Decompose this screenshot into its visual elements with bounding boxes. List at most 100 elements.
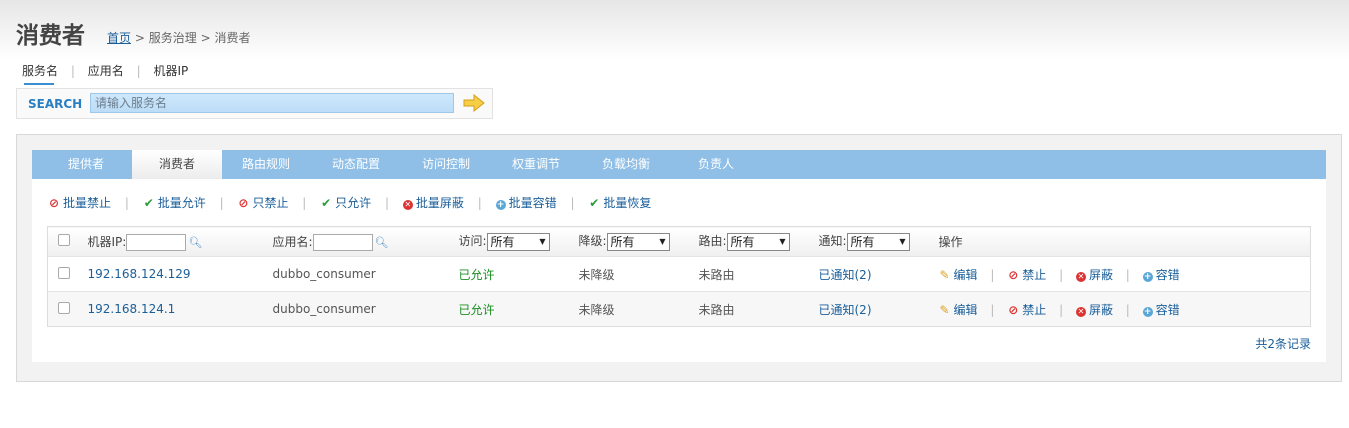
row-checkbox[interactable] — [58, 301, 70, 314]
degrade-filter-label: 降级: — [578, 234, 607, 249]
pencil-icon: ✎ — [939, 267, 950, 282]
table-header: 机器IP:🔍︎ 应用名:🔍︎ 访问:所有 降级:所有 路由:所有 通知:所有 操… — [47, 226, 1311, 257]
search-type-ip[interactable]: 机器IP — [153, 62, 188, 85]
tab-dynamic-config[interactable]: 动态配置 — [316, 150, 396, 179]
route-filter-select[interactable]: 所有 — [726, 232, 790, 251]
plus-circle-icon: + — [1142, 271, 1153, 282]
batch-forbid-label: 批量禁止 — [63, 196, 112, 210]
tolerate-button[interactable]: + 容错 — [1142, 302, 1180, 317]
only-forbid-button[interactable]: ⊘ 只禁止 — [237, 194, 288, 211]
tolerate-label: 容错 — [1155, 302, 1180, 317]
search-input[interactable] — [90, 93, 454, 113]
app-filter-input[interactable] — [312, 233, 373, 251]
edit-label: 编辑 — [953, 302, 978, 317]
forbid-icon: ⊘ — [238, 196, 249, 210]
record-count: 共2条记录 — [1255, 337, 1311, 351]
ip-filter-input[interactable] — [126, 233, 187, 251]
row-ip-link[interactable]: 192.168.124.1 — [88, 302, 176, 316]
batch-shield-label: 批量屏蔽 — [415, 196, 464, 210]
arrow-right-icon[interactable] — [463, 94, 485, 112]
forbid-icon: ⊘ — [48, 196, 60, 210]
breadcrumb-separator: > — [134, 31, 145, 45]
search-label: SEARCH — [28, 97, 83, 111]
row-app: dubbo_consumer — [272, 302, 376, 316]
edit-button[interactable]: ✎ 编辑 — [939, 267, 978, 282]
subnav-separator: | — [70, 64, 75, 78]
check-icon: ✔ — [143, 196, 154, 210]
ops-separator: | — [1125, 267, 1130, 282]
subnav-separator: | — [136, 64, 141, 78]
page-title: 消费者 — [16, 23, 85, 49]
check-icon: ✔ — [321, 196, 332, 210]
batch-tolerate-button[interactable]: + 批量容错 — [495, 194, 557, 211]
plus-circle-icon: + — [495, 200, 506, 210]
tab-routes[interactable]: 路由规则 — [226, 150, 306, 179]
forbid-button[interactable]: ⊘ 禁止 — [1007, 303, 1046, 317]
row-ops: ✎ 编辑 | ⊘ 禁止 | ✕ 屏蔽 | + 容错 — [938, 291, 1311, 327]
tab-weights[interactable]: 权重调节 — [496, 150, 576, 179]
batch-allow-button[interactable]: ✔ 批量允许 — [143, 194, 206, 211]
row-route-status: 未路由 — [698, 267, 735, 282]
tab-owners[interactable]: 负责人 — [676, 150, 756, 179]
forbid-label: 禁止 — [1022, 302, 1047, 317]
edit-button[interactable]: ✎ 编辑 — [939, 302, 978, 317]
ops-separator: | — [1059, 267, 1064, 282]
ops-separator: | — [990, 302, 995, 317]
breadcrumb-home-link[interactable]: 首页 — [107, 31, 131, 45]
shield-button[interactable]: ✕ 屏蔽 — [1075, 302, 1113, 317]
shield-label: 屏蔽 — [1088, 267, 1113, 282]
forbid-button[interactable]: ⊘ 禁止 — [1007, 268, 1046, 282]
batch-recover-button[interactable]: ✔ 批量恢复 — [588, 194, 651, 211]
action-separator: | — [477, 196, 482, 210]
action-separator: | — [302, 196, 307, 210]
table-row: 192.168.124.1 dubbo_consumer 已允许 未降级 未路由… — [47, 291, 1311, 327]
breadcrumb-separator: > — [200, 31, 211, 45]
row-notify-link[interactable]: 已通知(2) — [819, 303, 872, 317]
row-degrade-status: 未降级 — [578, 302, 615, 317]
row-ops: ✎ 编辑 | ⊘ 禁止 | ✕ 屏蔽 | + 容错 — [938, 256, 1311, 292]
shield-button[interactable]: ✕ 屏蔽 — [1075, 267, 1113, 282]
forbid-icon: ⊘ — [1008, 302, 1019, 317]
action-separator: | — [385, 196, 390, 210]
search-icon[interactable]: 🔍︎ — [375, 236, 389, 249]
batch-shield-button[interactable]: ✕ 批量屏蔽 — [402, 194, 464, 211]
search-type-app[interactable]: 应用名 — [88, 62, 124, 85]
row-degrade-status: 未降级 — [578, 267, 615, 282]
batch-tolerate-label: 批量容错 — [508, 196, 557, 210]
ops-separator: | — [990, 267, 995, 282]
notify-filter-label: 通知: — [818, 234, 847, 249]
tab-providers[interactable]: 提供者 — [46, 150, 126, 179]
row-access-status: 已允许 — [458, 267, 495, 282]
row-notify-link[interactable]: 已通知(2) — [819, 268, 872, 282]
only-allow-button[interactable]: ✔ 只允许 — [320, 194, 371, 211]
row-ip-link[interactable]: 192.168.124.129 — [88, 267, 191, 281]
only-allow-label: 只允许 — [335, 196, 372, 210]
search-box: SEARCH — [16, 88, 493, 119]
edit-label: 编辑 — [953, 267, 978, 282]
row-checkbox[interactable] — [58, 266, 70, 279]
degrade-filter-select[interactable]: 所有 — [606, 232, 670, 251]
tolerate-label: 容错 — [1155, 267, 1180, 282]
row-app: dubbo_consumer — [272, 267, 376, 281]
tolerate-button[interactable]: + 容错 — [1142, 267, 1180, 282]
action-separator: | — [570, 196, 575, 210]
tab-consumers[interactable]: 消费者 — [132, 150, 222, 179]
search-type-service[interactable]: 服务名 — [22, 62, 58, 85]
search-icon[interactable]: 🔍︎ — [188, 236, 202, 249]
app-filter-label: 应用名: — [272, 234, 313, 249]
shield-label: 屏蔽 — [1088, 302, 1113, 317]
only-forbid-label: 只禁止 — [252, 196, 289, 210]
forbid-icon: ⊘ — [1008, 267, 1019, 282]
content-panel: 提供者 消费者 路由规则 动态配置 访问控制 权重调节 负载均衡 负责人 ⊘ 批量… — [16, 134, 1342, 382]
select-all-checkbox[interactable] — [58, 234, 70, 246]
tab-access-control[interactable]: 访问控制 — [406, 150, 486, 179]
consumer-table: 机器IP:🔍︎ 应用名:🔍︎ 访问:所有 降级:所有 路由:所有 通知:所有 操… — [47, 226, 1311, 327]
notify-filter-select[interactable]: 所有 — [846, 232, 910, 251]
pencil-icon: ✎ — [939, 302, 950, 317]
ops-separator: | — [1125, 302, 1130, 317]
access-filter-select[interactable]: 所有 — [486, 232, 550, 251]
tab-load-balance[interactable]: 负载均衡 — [586, 150, 666, 179]
action-separator: | — [219, 196, 224, 210]
batch-forbid-button[interactable]: ⊘ 批量禁止 — [48, 194, 111, 211]
plus-circle-icon: + — [1142, 306, 1153, 317]
